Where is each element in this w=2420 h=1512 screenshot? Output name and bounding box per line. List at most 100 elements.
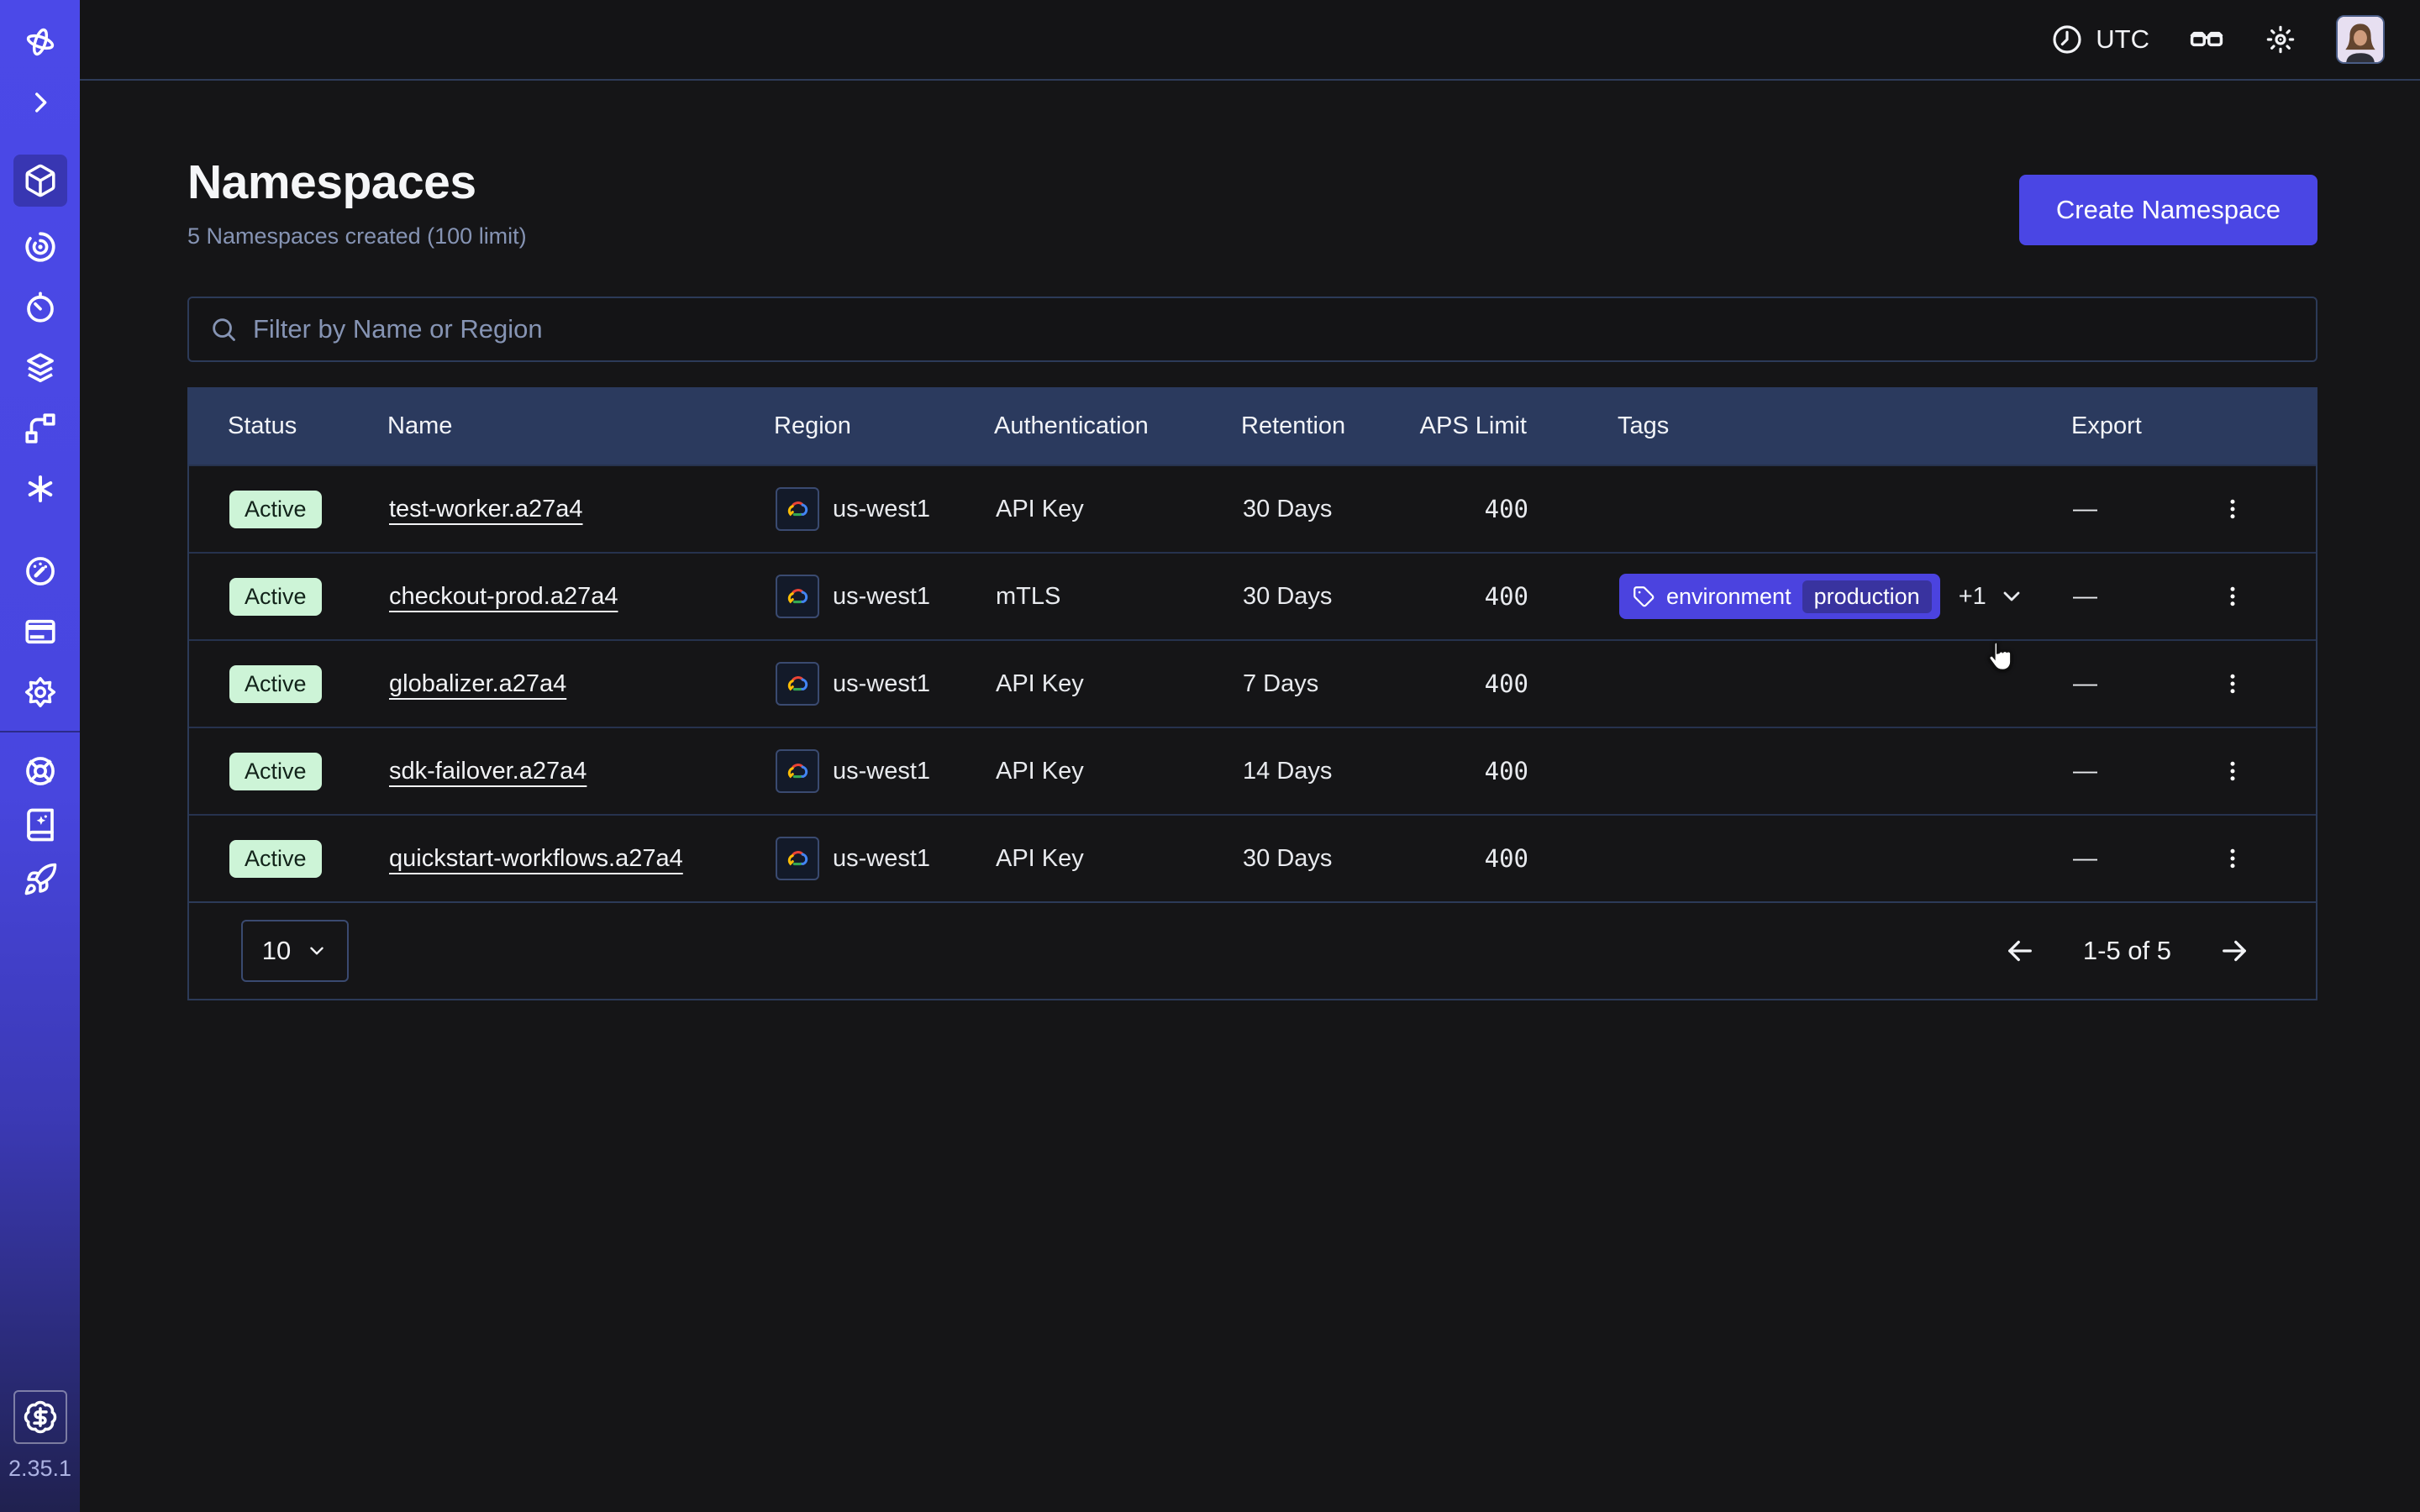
export-value: —: [2073, 583, 2097, 611]
auth-cell: API Key: [955, 758, 1202, 785]
region-cell: us-west1: [735, 487, 955, 531]
page-size-select[interactable]: 10: [241, 920, 349, 982]
asterisk-icon[interactable]: [22, 470, 59, 507]
region-cell: us-west1: [735, 662, 955, 706]
tag-icon: [1633, 585, 1655, 608]
namespace-link[interactable]: test-worker.a27a4: [389, 496, 583, 523]
retention-cell: 7 Days: [1202, 670, 1394, 698]
tag-badge[interactable]: environment production: [1619, 574, 1940, 619]
page-title: Namespaces: [187, 155, 527, 210]
tags-cell: environment production +1: [1579, 574, 2033, 619]
status-badge: Active: [229, 840, 322, 878]
workflow-branch-icon[interactable]: [22, 410, 59, 447]
sidebar-expand-chevron-icon[interactable]: [22, 84, 59, 121]
region-cell: us-west1: [735, 837, 955, 880]
retention-cell: 30 Days: [1202, 496, 1394, 523]
col-status: Status: [187, 412, 347, 440]
col-retention: Retention: [1201, 412, 1392, 440]
region-label: us-west1: [833, 845, 930, 873]
gcp-icon: [776, 662, 819, 706]
radar-icon[interactable]: [22, 228, 59, 265]
row-menu-button[interactable]: [2215, 490, 2250, 528]
row-menu-button[interactable]: [2215, 752, 2250, 790]
col-export: Export: [2031, 412, 2317, 440]
create-namespace-button[interactable]: Create Namespace: [2019, 175, 2317, 245]
sidebar-item-namespaces[interactable]: [13, 155, 67, 207]
gauge-icon[interactable]: [22, 553, 59, 590]
namespace-link[interactable]: globalizer.a27a4: [389, 670, 566, 698]
aps-cell: 400: [1394, 844, 1579, 873]
row-menu-button[interactable]: [2215, 839, 2250, 878]
tag-key: environment: [1666, 584, 1791, 610]
prev-page-button[interactable]: [1999, 930, 2041, 972]
tags-expand-chevron-icon[interactable]: [1998, 583, 2025, 610]
temporal-logo-icon[interactable]: [22, 24, 59, 60]
export-cell: —: [2033, 839, 2316, 878]
billing-card-icon[interactable]: [22, 613, 59, 650]
pagination-range: 1-5 of 5: [2083, 936, 2171, 966]
clock-icon: [2050, 23, 2084, 56]
status-badge: Active: [229, 665, 322, 703]
retention-cell: 30 Days: [1202, 845, 1394, 873]
col-aps-limit: APS Limit: [1392, 412, 1577, 440]
auth-cell: API Key: [955, 670, 1202, 698]
status-badge: Active: [229, 753, 322, 790]
search-icon: [209, 315, 238, 344]
namespaces-table: Status Name Region Authentication Retent…: [187, 387, 2317, 1000]
user-avatar[interactable]: [2336, 15, 2385, 64]
filter-input[interactable]: [253, 314, 2296, 344]
export-value: —: [2073, 496, 2097, 523]
sidebar: 2.35.1: [0, 0, 80, 1512]
next-page-button[interactable]: [2213, 930, 2255, 972]
table-row: Active quickstart-workflows.a27a4 us-wes…: [189, 814, 2316, 901]
brightness-sun-icon[interactable]: [2264, 23, 2297, 56]
glasses-icon[interactable]: [2188, 21, 2225, 58]
pricing-badge-icon[interactable]: [13, 1390, 67, 1444]
timezone-selector[interactable]: UTC: [2050, 23, 2149, 56]
gear-icon[interactable]: [22, 674, 59, 711]
rocket-icon[interactable]: [22, 861, 59, 898]
col-name: Name: [347, 412, 734, 440]
tags-more-count: +1: [1959, 583, 1986, 611]
status-badge: Active: [229, 578, 322, 616]
timer-icon[interactable]: [22, 289, 59, 326]
chevron-down-icon: [306, 940, 328, 962]
app-version: 2.35.1: [8, 1456, 71, 1482]
region-cell: us-west1: [735, 575, 955, 618]
topbar: UTC: [80, 0, 2420, 81]
col-authentication: Authentication: [954, 412, 1201, 440]
tag-value: production: [1802, 580, 1932, 613]
aps-cell: 400: [1394, 669, 1579, 698]
main-content: Namespaces 5 Namespaces created (100 lim…: [80, 82, 2420, 1512]
export-value: —: [2073, 670, 2097, 698]
region-label: us-west1: [833, 496, 930, 523]
pagination: 1-5 of 5: [1999, 930, 2255, 972]
col-tags: Tags: [1577, 412, 2031, 440]
timezone-label: UTC: [2096, 24, 2149, 55]
cube-icon: [22, 162, 59, 199]
auth-cell: API Key: [955, 496, 1202, 523]
retention-cell: 14 Days: [1202, 758, 1394, 785]
namespace-link[interactable]: checkout-prod.a27a4: [389, 583, 618, 611]
export-cell: —: [2033, 664, 2316, 703]
export-cell: —: [2033, 577, 2316, 616]
auth-cell: API Key: [955, 845, 1202, 873]
layers-icon[interactable]: [22, 349, 59, 386]
export-cell: —: [2033, 490, 2316, 528]
sidebar-divider: [0, 731, 80, 732]
page-subtitle: 5 Namespaces created (100 limit): [187, 223, 527, 249]
table-footer: 10 1-5 of 5: [189, 901, 2316, 999]
namespace-link[interactable]: quickstart-workflows.a27a4: [389, 845, 683, 873]
auth-cell: mTLS: [955, 583, 1202, 611]
lifebuoy-icon[interactable]: [22, 753, 59, 790]
table-row: Active test-worker.a27a4 us-west1 API Ke…: [189, 465, 2316, 552]
gcp-icon: [776, 837, 819, 880]
namespace-link[interactable]: sdk-failover.a27a4: [389, 758, 587, 785]
col-region: Region: [734, 412, 954, 440]
table-row: Active globalizer.a27a4 us-west1 API Key…: [189, 639, 2316, 727]
page-size-value: 10: [262, 936, 291, 966]
status-badge: Active: [229, 491, 322, 528]
row-menu-button[interactable]: [2215, 577, 2250, 616]
docs-book-icon[interactable]: [22, 806, 59, 843]
row-menu-button[interactable]: [2215, 664, 2250, 703]
